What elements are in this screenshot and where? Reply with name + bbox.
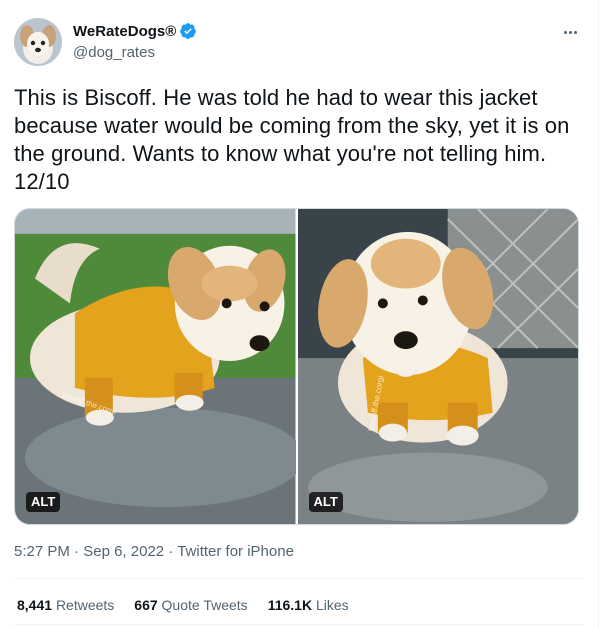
author-handle[interactable]: @dog_rates: [73, 44, 155, 61]
photo-2-image: [297, 209, 578, 524]
quote-tweets-stat[interactable]: 667 Quote Tweets: [134, 597, 247, 613]
meta-separator: ·: [164, 543, 178, 560]
avatar[interactable]: [14, 18, 62, 66]
tweet-time-link[interactable]: 5:27 PM: [14, 543, 70, 560]
tweet-source-link[interactable]: Twitter for iPhone: [177, 543, 294, 560]
alt-badge-2[interactable]: ALT: [308, 492, 343, 512]
photo-2[interactable]: biscoff.the.corgi ALT: [297, 209, 578, 524]
more-options-icon[interactable]: [556, 22, 584, 42]
alt-badge-1[interactable]: ALT: [26, 492, 61, 512]
photo-1-image: [15, 209, 296, 524]
photo-1[interactable]: biscoff.the.corgi ALT: [15, 209, 296, 524]
likes-stat[interactable]: 116.1K Likes: [268, 597, 349, 613]
meta-separator: ·: [69, 543, 84, 560]
retweets-label: Retweets: [55, 597, 115, 613]
author-name-row[interactable]: WeRateDogs®: [73, 22, 197, 40]
display-name[interactable]: WeRateDogs®: [73, 23, 176, 40]
likes-label: Likes: [315, 597, 349, 613]
quote-tweets-label: Quote Tweets: [161, 597, 248, 613]
retweets-stat[interactable]: 8,441 Retweets: [17, 597, 114, 613]
divider: [14, 578, 584, 579]
tweet-timestamp: 5:27 PM · Sep 6, 2022 · Twitter for iPho…: [14, 543, 294, 560]
engagement-stats: 8,441 Retweets 667 Quote Tweets 116.1K L…: [17, 597, 349, 613]
media-grid: biscoff.the.corgi ALT biscoff.the.corgi …: [14, 208, 579, 525]
retweets-count: 8,441: [17, 597, 53, 613]
divider: [14, 624, 584, 625]
tweet-date-link[interactable]: Sep 6, 2022: [83, 543, 164, 560]
tweet-card: WeRateDogs® @dog_rates This is Biscoff. …: [0, 0, 599, 629]
likes-count: 116.1K: [267, 597, 313, 613]
tweet-text: This is Biscoff. He was told he had to w…: [14, 85, 576, 194]
quote-tweets-count: 667: [134, 597, 158, 613]
verified-badge-icon: [179, 22, 197, 40]
